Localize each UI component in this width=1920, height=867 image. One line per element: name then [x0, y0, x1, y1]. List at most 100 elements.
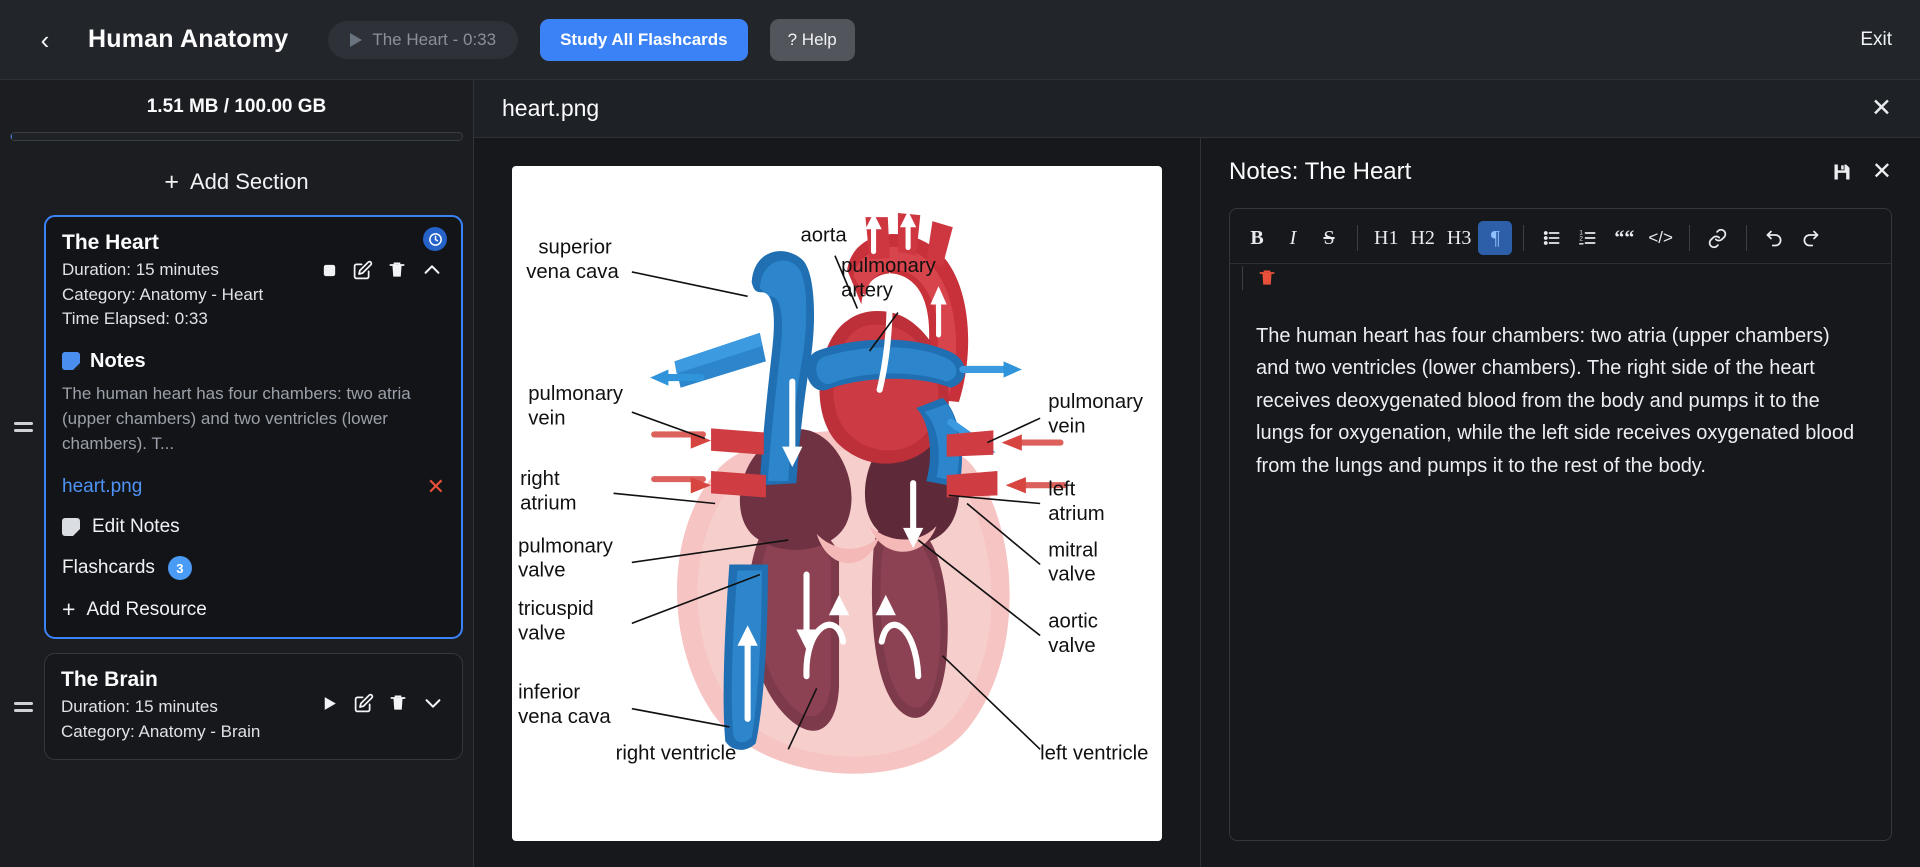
label-aortic-valve-line1: aortic — [1048, 610, 1098, 632]
sections-list: The Heart Duration: 15 minutes Category:… — [0, 215, 473, 774]
image-viewer: superior vena cava aorta pulmonary arter… — [474, 138, 1201, 867]
stop-button[interactable] — [321, 262, 338, 279]
section-row-brain: The Brain Duration: 15 minutes Category:… — [10, 653, 463, 760]
notes-panel-actions: ✕ — [1832, 160, 1892, 184]
sidebar: 1.51 MB / 100.00 GB + Add Section The He… — [0, 80, 474, 867]
label-mitral-valve-line1: mitral — [1048, 539, 1098, 561]
edit-section-button[interactable] — [352, 260, 373, 281]
session-timer-pill[interactable]: The Heart - 0:33 — [328, 20, 519, 59]
label-tricuspid-valve-line2: valve — [518, 623, 565, 645]
label-pulmonary-vein-left-line2: vein — [528, 407, 565, 429]
numbered-list-button[interactable]: 1 2 — [1571, 221, 1605, 255]
top-bar: ‹ Human Anatomy The Heart - 0:33 Study A… — [0, 0, 1920, 80]
label-right-ventricle: right ventricle — [616, 742, 737, 764]
drag-handle-heart[interactable] — [10, 422, 36, 433]
plus-icon: + — [62, 596, 76, 623]
save-notes-button[interactable] — [1832, 162, 1852, 182]
editor-toolbar: B I S H1 H2 H3 ¶ 1 2 ““ </> — [1230, 209, 1891, 264]
main-area: heart.png ✕ superior vena cava aorta pul… — [474, 80, 1920, 867]
section-title: The Brain — [61, 668, 158, 692]
collapse-section-button[interactable] — [421, 259, 443, 281]
expand-section-button[interactable] — [422, 692, 444, 714]
image-frame: superior vena cava aorta pulmonary arter… — [512, 166, 1162, 841]
plus-icon: + — [164, 167, 179, 196]
code-block-button[interactable]: </> — [1643, 221, 1678, 255]
bullet-list-button[interactable] — [1535, 221, 1569, 255]
svg-text:2: 2 — [1580, 236, 1584, 243]
label-pulmonary-vein-right-line2: vein — [1048, 415, 1085, 437]
close-notes-button[interactable]: ✕ — [1872, 160, 1892, 184]
label-pulmonary-valve-line1: pulmonary — [518, 535, 614, 557]
add-resource-button[interactable]: + Add Resource — [62, 598, 445, 621]
notes-editor-body[interactable]: The human heart has four chambers: two a… — [1230, 298, 1891, 840]
redo-button[interactable] — [1794, 221, 1828, 255]
heading-1-button[interactable]: H1 — [1369, 221, 1403, 255]
label-pulmonary-valve-line2: valve — [518, 560, 565, 582]
editor-toolbar-row2 — [1230, 264, 1891, 298]
exit-button[interactable]: Exit — [1860, 29, 1892, 51]
section-card-heart[interactable]: The Heart Duration: 15 minutes Category:… — [44, 215, 463, 640]
play-icon — [350, 32, 363, 47]
close-file-button[interactable]: ✕ — [1871, 96, 1892, 121]
storage-progress-fill — [11, 133, 12, 140]
heading-3-button[interactable]: H3 — [1442, 221, 1476, 255]
flashcards-count-badge: 3 — [167, 556, 192, 581]
notes-editor: B I S H1 H2 H3 ¶ 1 2 ““ </> The human he… — [1229, 208, 1892, 841]
section-card-brain[interactable]: The Brain Duration: 15 minutes Category:… — [44, 653, 463, 760]
section-actions-heart — [321, 259, 443, 281]
add-section-button[interactable]: + Add Section — [0, 147, 473, 215]
delete-section-button[interactable] — [388, 693, 408, 713]
edit-section-button[interactable] — [353, 693, 374, 714]
resource-link-heart-png[interactable]: heart.png — [62, 476, 142, 498]
toolbar-separator — [1745, 225, 1747, 251]
section-row-heart: The Heart Duration: 15 minutes Category:… — [10, 215, 463, 640]
toolbar-separator — [1357, 225, 1358, 251]
label-pulmonary-artery-line1: pulmonary — [841, 255, 937, 277]
drag-bar — [13, 708, 33, 712]
add-resource-label: Add Resource — [86, 598, 207, 620]
paragraph-button[interactable]: ¶ — [1478, 221, 1513, 255]
label-tricuspid-valve-line1: tricuspid — [518, 598, 594, 620]
drag-bar — [13, 701, 33, 705]
toolbar-separator — [1242, 266, 1243, 290]
drag-bar — [13, 422, 33, 426]
storage-progress-bar — [10, 132, 463, 141]
remove-resource-button[interactable]: ✕ — [427, 476, 445, 498]
resource-row: heart.png ✕ — [62, 476, 445, 498]
strikethrough-button[interactable]: S — [1312, 221, 1346, 255]
italic-button[interactable]: I — [1276, 221, 1310, 255]
storage-indicator: 1.51 MB / 100.00 GB — [0, 80, 473, 147]
delete-section-button[interactable] — [387, 260, 407, 280]
section-time-elapsed: Time Elapsed: 0:33 — [62, 309, 208, 329]
notes-content: The human heart has four chambers: two a… — [1256, 325, 1855, 477]
label-inferior-vena-cava-line1: inferior — [518, 682, 580, 704]
label-pulmonary-vein-left-line1: pulmonary — [528, 383, 624, 405]
notes-excerpt: The human heart has four chambers: two a… — [62, 383, 411, 454]
drag-handle-brain[interactable] — [10, 701, 36, 712]
content-split: superior vena cava aorta pulmonary arter… — [474, 138, 1920, 867]
help-button[interactable]: ? Help — [769, 18, 855, 61]
section-title: The Heart — [62, 231, 159, 254]
notes-heading-label: Notes — [90, 349, 146, 372]
heading-2-button[interactable]: H2 — [1405, 221, 1439, 255]
section-actions-brain — [320, 692, 444, 714]
notes-panel-title: Notes: The Heart — [1229, 158, 1412, 185]
play-section-button[interactable] — [320, 694, 339, 713]
flashcards-button[interactable]: Flashcards 3 — [62, 556, 445, 581]
label-left-atrium-line2: atrium — [1048, 503, 1104, 525]
add-section-label: Add Section — [189, 169, 309, 194]
chevron-left-icon: ‹ — [40, 24, 50, 55]
undo-button[interactable] — [1758, 221, 1792, 255]
heart-anatomy-diagram: superior vena cava aorta pulmonary arter… — [512, 198, 1162, 809]
timer-running-badge — [423, 227, 447, 251]
blockquote-button[interactable]: ““ — [1607, 221, 1641, 255]
edit-notes-button[interactable]: Edit Notes — [62, 516, 445, 538]
bold-button[interactable]: B — [1240, 221, 1274, 255]
delete-note-button[interactable] — [1257, 268, 1277, 288]
study-all-flashcards-button[interactable]: Study All Flashcards — [540, 18, 748, 61]
flashcards-label: Flashcards — [62, 557, 155, 579]
toolbar-separator — [1523, 225, 1525, 251]
back-button[interactable]: ‹ — [28, 23, 62, 57]
link-button[interactable] — [1701, 221, 1735, 255]
label-aorta: aorta — [800, 224, 847, 246]
